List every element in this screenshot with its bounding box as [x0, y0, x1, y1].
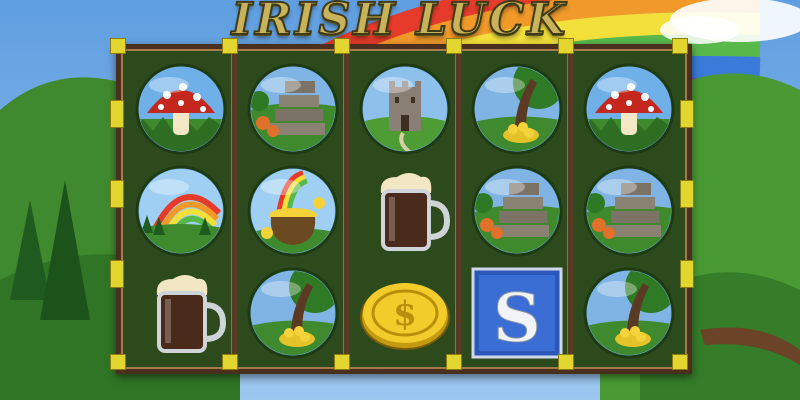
frame-side-clip	[110, 260, 124, 288]
mushroom-icon	[583, 63, 675, 155]
pot-of-gold-icon	[247, 165, 339, 257]
castle-icon	[359, 63, 451, 155]
frame-side-clip	[680, 260, 694, 288]
frame-clip	[110, 38, 126, 54]
frame-clip	[222, 38, 238, 54]
reel-divider	[455, 49, 461, 369]
reel-5-row-1	[581, 61, 677, 157]
reel-2-row-3	[245, 265, 341, 361]
reel-4-row-1	[469, 61, 565, 157]
reel-3-row-2	[357, 163, 453, 259]
frame-clip	[558, 38, 574, 54]
reel-5-row-2	[581, 163, 677, 259]
frame-clip	[110, 354, 126, 370]
reel-2-row-1	[245, 61, 341, 157]
frame-clip	[558, 354, 574, 370]
frame-clip	[334, 354, 350, 370]
reel-divider	[231, 49, 237, 369]
reel-divider	[343, 49, 349, 369]
scatter-s-icon: S	[471, 267, 563, 359]
gold-coin-icon: $	[360, 283, 450, 350]
mushroom-icon	[135, 63, 227, 155]
stone-steps-icon	[247, 63, 339, 155]
beer-mug-icon	[380, 173, 451, 251]
reel-2-row-2	[245, 163, 341, 259]
tree-of-gold-icon	[471, 63, 563, 155]
beer-mug-icon	[156, 275, 227, 353]
svg-text:$: $	[393, 294, 417, 334]
reel-frame: $ S	[116, 44, 692, 374]
stone-steps-icon	[471, 165, 563, 257]
frame-side-clip	[680, 180, 694, 208]
frame-clip	[222, 354, 238, 370]
frame-clip	[672, 354, 688, 370]
stone-steps-icon	[583, 165, 675, 257]
svg-text:S: S	[493, 279, 541, 357]
reel-4-row-2	[469, 163, 565, 259]
frame-side-clip	[110, 100, 124, 128]
reel-3-row-1	[357, 61, 453, 157]
reel-1-row-3	[133, 265, 229, 361]
frame-clip	[672, 38, 688, 54]
frame-clip	[446, 38, 462, 54]
reel-1-row-2	[133, 163, 229, 259]
rainbow-icon	[135, 165, 227, 257]
tree-of-gold-icon	[583, 267, 675, 359]
tree-of-gold-icon	[247, 267, 339, 359]
frame-side-clip	[680, 100, 694, 128]
reel-5-row-3	[581, 265, 677, 361]
reel-4-row-3: S	[469, 265, 565, 361]
frame-clip	[446, 354, 462, 370]
reel-1-row-1	[133, 61, 229, 157]
reel-divider	[567, 49, 573, 369]
frame-side-clip	[110, 180, 124, 208]
reel-3-row-3: $	[357, 265, 453, 361]
frame-clip	[334, 38, 350, 54]
